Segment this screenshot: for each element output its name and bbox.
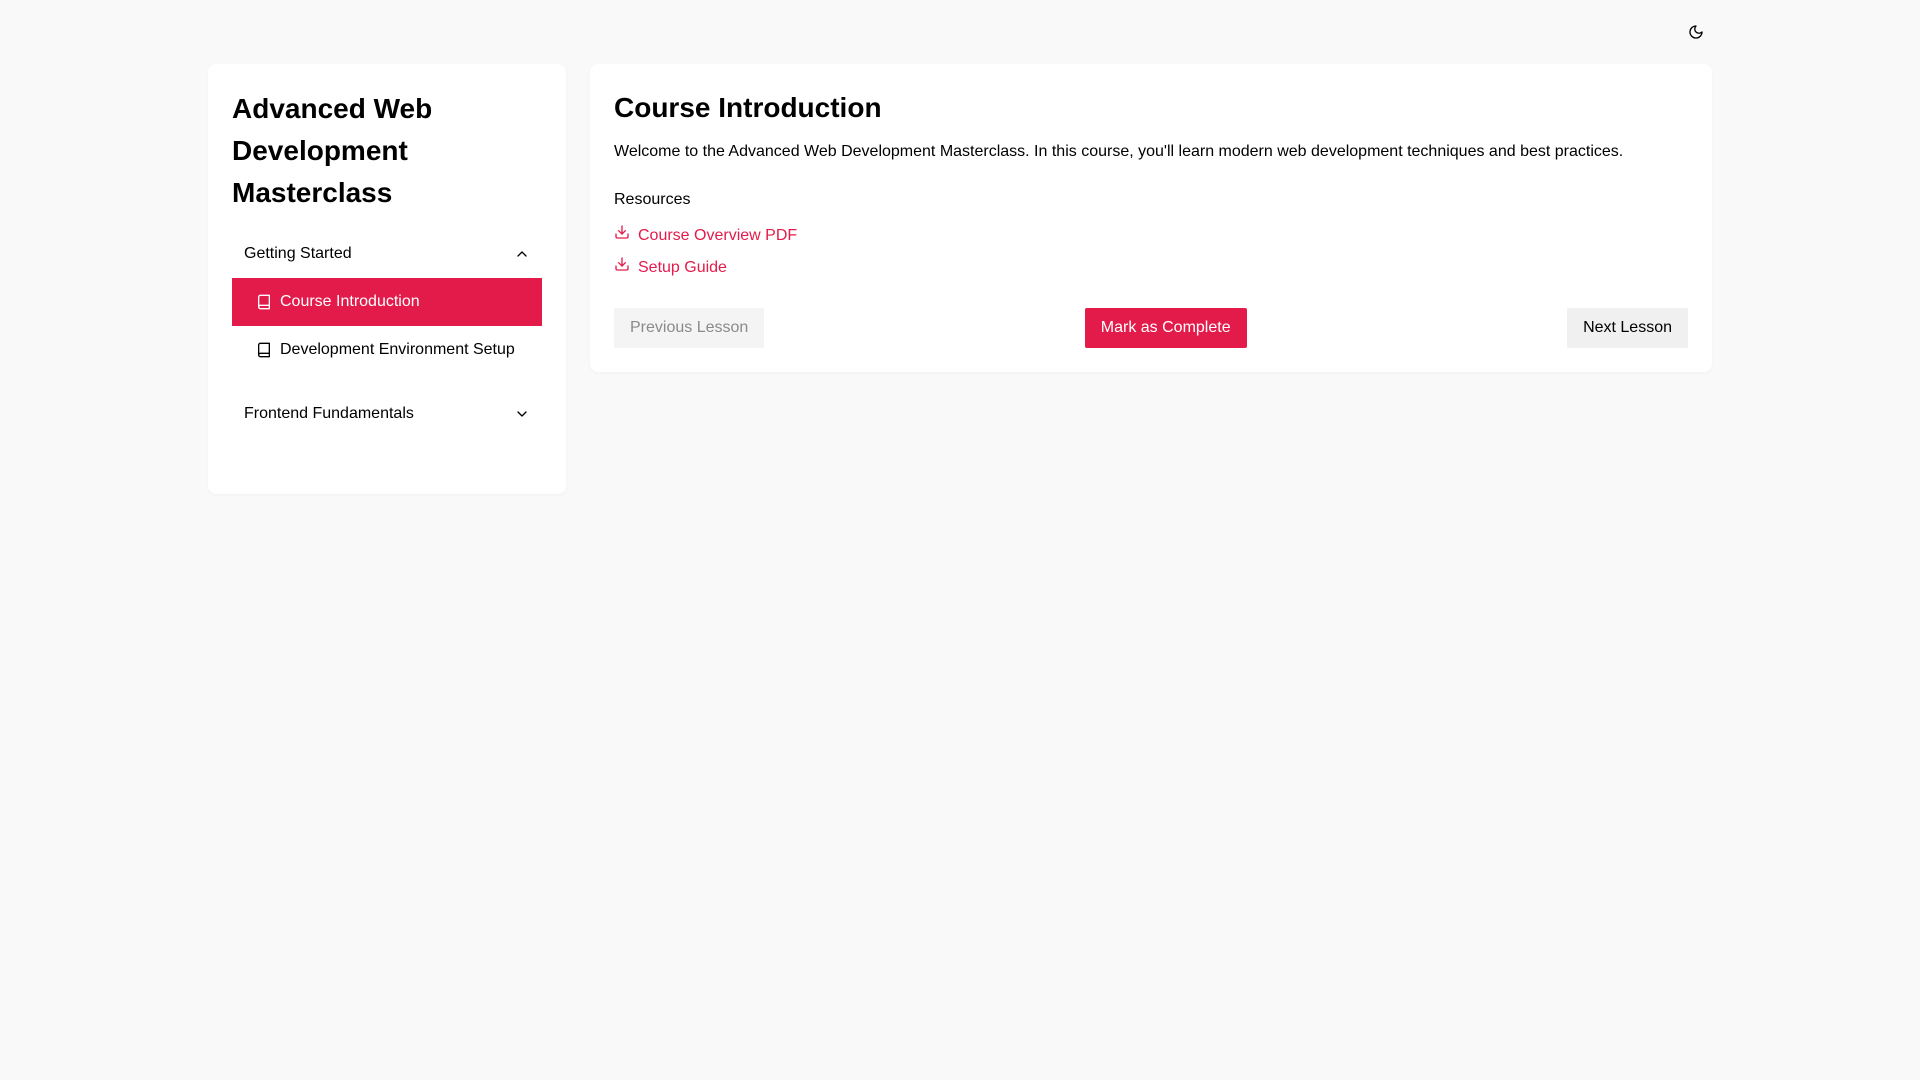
module-header-frontend-fundamentals[interactable]: Frontend Fundamentals [232, 390, 542, 438]
lesson-content: Course Introduction Welcome to the Advan… [590, 64, 1712, 372]
resource-label: Setup Guide [638, 259, 727, 276]
lesson-title: Course Introduction [614, 92, 882, 123]
book-icon [256, 342, 272, 358]
moon-icon [1688, 24, 1704, 43]
lesson-label: Development Environment Setup [280, 341, 515, 358]
module-title: Getting Started [244, 245, 352, 262]
previous-lesson-button[interactable]: Previous Lesson [614, 308, 765, 348]
resource-label: Course Overview PDF [638, 227, 798, 244]
module-frontend-fundamentals: Frontend Fundamentals [232, 390, 542, 438]
resource-link-course-overview-pdf[interactable]: Course Overview PDF [614, 224, 797, 248]
module-getting-started: Getting Started Course Introduction Deve… [232, 230, 542, 374]
resources-heading: Resources [614, 191, 691, 208]
lesson-label: Course Introduction [280, 293, 420, 310]
course-title: Advanced Web Development Masterclass [232, 93, 433, 208]
resources-section: Resources Course Overview PDF Setup Guid… [614, 188, 1688, 280]
lesson-navigation: Previous Lesson Mark as Complete Next Le… [614, 308, 1688, 348]
chevron-down-icon [514, 406, 530, 422]
module-header-getting-started[interactable]: Getting Started [232, 230, 542, 278]
book-icon [256, 294, 272, 310]
resource-link-setup-guide[interactable]: Setup Guide [614, 256, 727, 280]
lesson-item-development-environment-setup[interactable]: Development Environment Setup [232, 326, 542, 374]
mark-complete-button[interactable]: Mark as Complete [1084, 308, 1247, 348]
download-icon [614, 256, 630, 280]
lesson-item-course-introduction[interactable]: Course Introduction [232, 278, 542, 326]
module-title: Frontend Fundamentals [244, 405, 414, 422]
download-icon [614, 224, 630, 248]
theme-toggle-button[interactable] [1680, 17, 1712, 49]
chevron-up-icon [514, 246, 530, 262]
lesson-description: Welcome to the Advanced Web Development … [614, 143, 1624, 160]
next-lesson-button[interactable]: Next Lesson [1567, 308, 1688, 348]
page-layout: Advanced Web Development Masterclass Get… [208, 64, 1712, 494]
course-sidebar: Advanced Web Development Masterclass Get… [208, 64, 566, 494]
